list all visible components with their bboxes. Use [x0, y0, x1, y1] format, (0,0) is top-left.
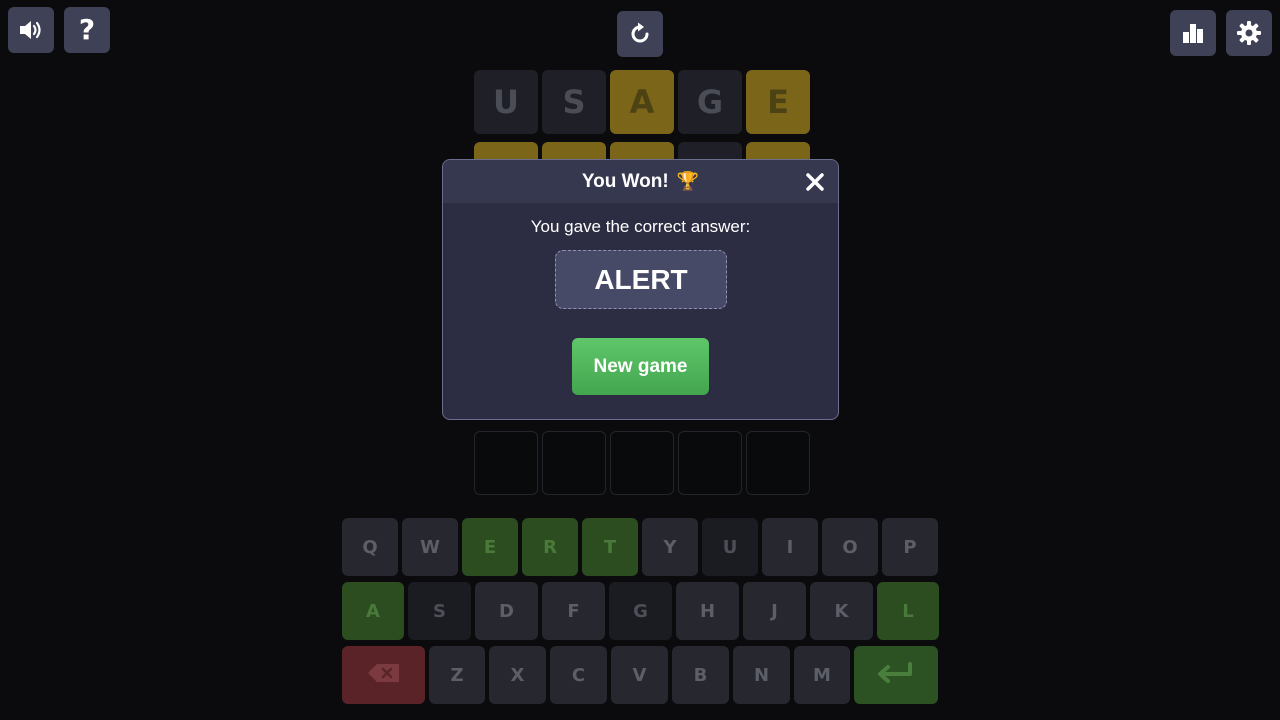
- board-row-1: U S A G E: [474, 70, 810, 134]
- key-z[interactable]: Z: [429, 646, 485, 704]
- answer-label: You gave the correct answer:: [530, 217, 751, 236]
- gear-icon: [1236, 20, 1262, 46]
- sound-button[interactable]: [8, 7, 54, 53]
- trophy-icon: 🏆: [676, 171, 700, 191]
- restart-icon: [627, 21, 653, 47]
- backspace-key[interactable]: [342, 646, 425, 704]
- key-n[interactable]: N: [733, 646, 790, 704]
- help-icon: ?: [78, 13, 96, 46]
- game-screen: ? U S A G E Q W E R T Y U I O P A S D F …: [0, 0, 1280, 720]
- bar-chart-icon: [1181, 21, 1205, 45]
- key-y[interactable]: Y: [642, 518, 698, 576]
- backspace-icon: [367, 663, 401, 688]
- board-tile-empty: [678, 431, 742, 495]
- dialog-header: You Won! 🏆: [443, 160, 838, 203]
- key-h[interactable]: H: [676, 582, 739, 640]
- enter-key[interactable]: [854, 646, 938, 704]
- key-q[interactable]: Q: [342, 518, 398, 576]
- key-k[interactable]: K: [810, 582, 873, 640]
- keyboard-row-2: A S D F G H J K L: [342, 582, 939, 640]
- board-row-empty: [474, 431, 810, 495]
- stats-button[interactable]: [1170, 10, 1216, 56]
- keyboard-row-1: Q W E R T Y U I O P: [342, 518, 938, 576]
- board-tile-empty: [746, 431, 810, 495]
- keyboard-row-3: Z X C V B N M: [342, 646, 938, 704]
- help-button[interactable]: ?: [64, 7, 110, 53]
- key-s[interactable]: S: [408, 582, 471, 640]
- key-j[interactable]: J: [743, 582, 806, 640]
- enter-icon: [876, 661, 916, 689]
- key-o[interactable]: O: [822, 518, 878, 576]
- key-p[interactable]: P: [882, 518, 938, 576]
- key-a[interactable]: A: [342, 582, 404, 640]
- key-r[interactable]: R: [522, 518, 578, 576]
- restart-button[interactable]: [617, 11, 663, 57]
- board-tile-empty: [474, 431, 538, 495]
- board-tile: E: [746, 70, 810, 134]
- key-m[interactable]: M: [794, 646, 850, 704]
- speaker-icon: [18, 18, 44, 42]
- key-d[interactable]: D: [475, 582, 538, 640]
- key-f[interactable]: F: [542, 582, 605, 640]
- key-e[interactable]: E: [462, 518, 518, 576]
- board-tile-empty: [542, 431, 606, 495]
- board-tile: G: [678, 70, 742, 134]
- key-v[interactable]: V: [611, 646, 668, 704]
- key-l[interactable]: L: [877, 582, 939, 640]
- settings-button[interactable]: [1226, 10, 1272, 56]
- dialog-title: You Won!: [581, 170, 669, 192]
- win-dialog: You Won! 🏆 You gave the correct answer: …: [442, 159, 839, 420]
- key-b[interactable]: B: [672, 646, 729, 704]
- close-icon[interactable]: [804, 171, 826, 193]
- key-x[interactable]: X: [489, 646, 546, 704]
- key-c[interactable]: C: [550, 646, 607, 704]
- key-u[interactable]: U: [702, 518, 758, 576]
- new-game-button[interactable]: New game: [572, 338, 709, 395]
- dialog-body: You gave the correct answer: ALERT New g…: [443, 203, 838, 419]
- board-tile: A: [610, 70, 674, 134]
- key-t[interactable]: T: [582, 518, 638, 576]
- key-w[interactable]: W: [402, 518, 458, 576]
- answer-word: ALERT: [555, 250, 727, 309]
- board-tile-empty: [610, 431, 674, 495]
- board-tile: U: [474, 70, 538, 134]
- key-g[interactable]: G: [609, 582, 672, 640]
- key-i[interactable]: I: [762, 518, 818, 576]
- board-tile: S: [542, 70, 606, 134]
